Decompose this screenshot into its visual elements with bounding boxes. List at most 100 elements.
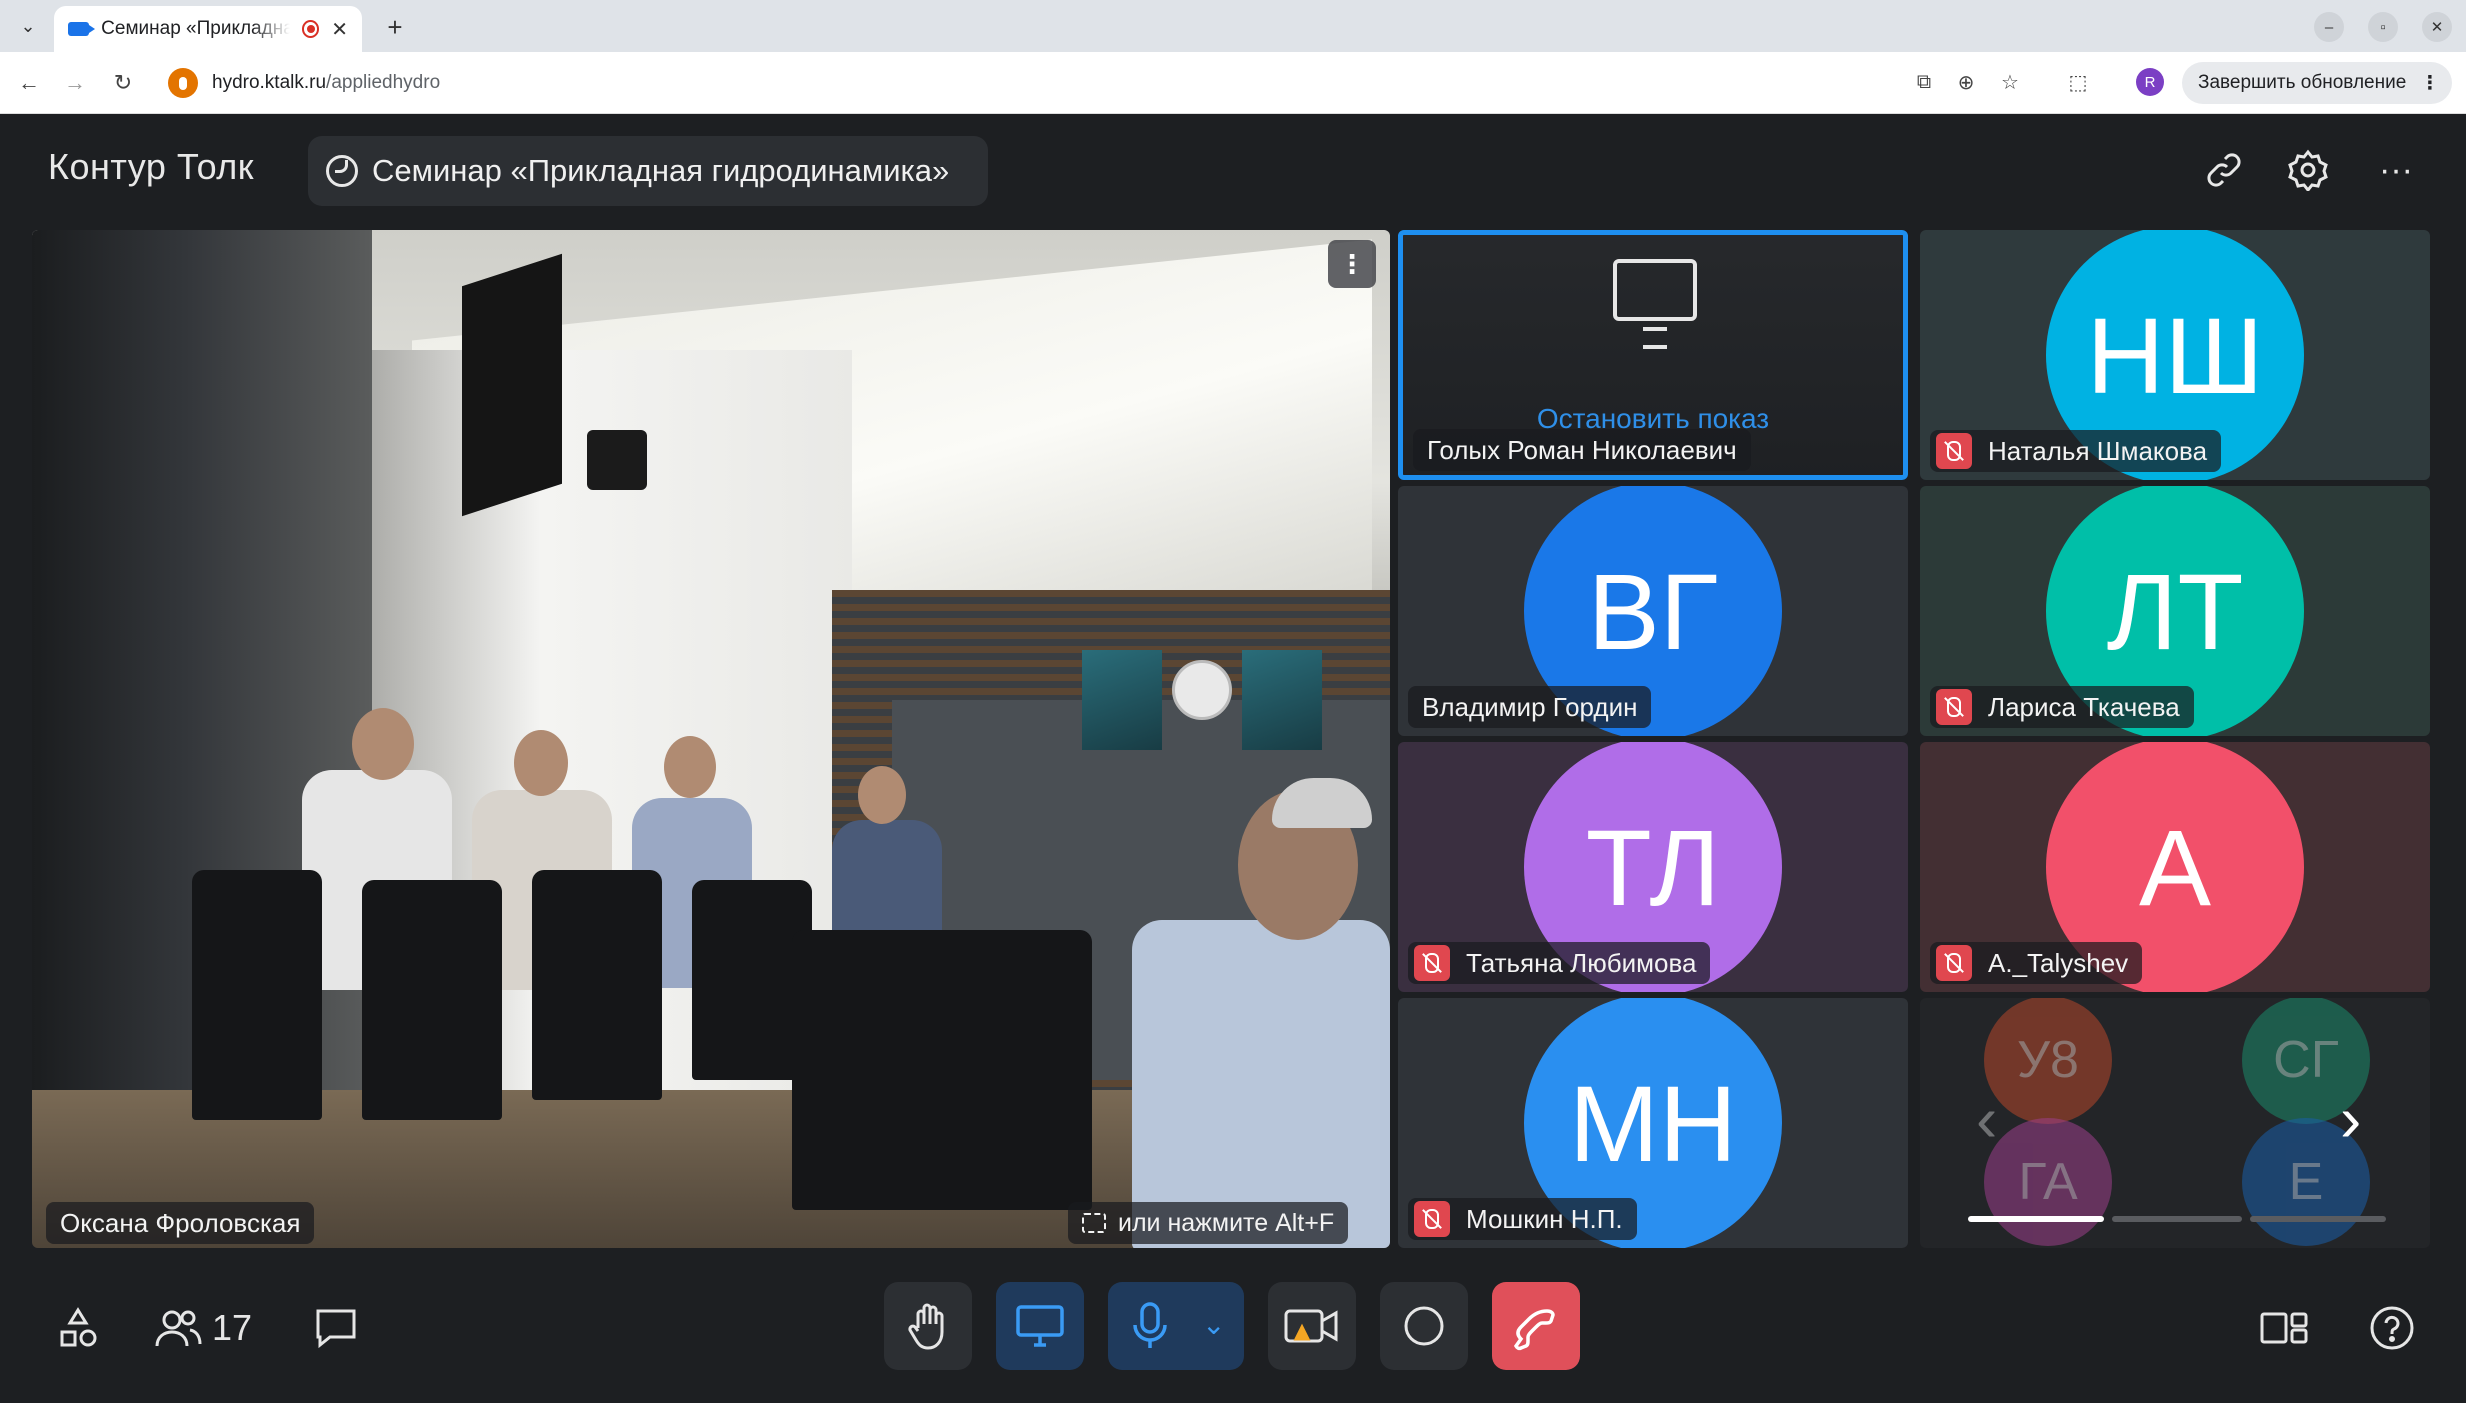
tile-name-tag: Голых Роман Николаевич [1413,429,1751,471]
forward-arrow-icon[interactable]: → [58,66,92,100]
participant-tile[interactable]: ЛТ Лариса Ткачева [1920,486,2430,736]
raise-hand-button[interactable] [884,1282,972,1370]
finish-update-button[interactable]: Завершить обновление ⋮ [2182,62,2452,104]
profile-avatar[interactable]: R [2136,68,2164,96]
shapes-apps-icon[interactable] [50,1300,106,1356]
meeting-title-pill[interactable]: Семинар «Прикладная гидродинамика» [308,136,988,206]
video-chair [362,880,502,1120]
participants-button[interactable]: 17 [152,1300,262,1356]
browser-menu-icon[interactable]: ⋮ [2420,72,2439,95]
participant-tile[interactable]: МН Мошкин Н.П. [1398,998,1908,1248]
tile-name-tag: Татьяна Любимова [1408,942,1711,984]
tab-title: Семинар «Прикладная гидродинамика» [101,18,290,39]
video-person-speaker [1132,920,1390,1248]
video-room-painting [1242,650,1322,750]
browser-tabbar: ⌄ Семинар «Прикладная гидродинамика» ✕ +… [0,0,2466,52]
more-participants-tile[interactable]: У8 СГ ГА Е ‹ › [1920,998,2430,1248]
end-call-button[interactable] [1492,1282,1580,1370]
mic-muted-icon [1936,945,1972,981]
participants-count: 17 [212,1307,253,1348]
mic-muted-icon [1414,1201,1450,1237]
tile-name-tag: Владимир Гордин [1408,686,1652,728]
layout-switch-icon[interactable] [2256,1300,2312,1356]
video-options-menu-icon[interactable]: ⋮ [1328,240,1376,288]
tab-search-chevron-icon[interactable]: ⌄ [12,10,44,42]
extensions-icon[interactable]: ⬚ [2062,66,2094,98]
pager-indicator[interactable] [2112,1216,2242,1222]
screen-share-tile[interactable]: Остановить показ Голых Роман Николаевич [1398,230,1908,480]
pager-indicator[interactable] [2250,1216,2386,1222]
more-options-icon[interactable]: ··· [2372,146,2420,194]
mic-muted-icon [1936,433,1972,469]
participant-tile[interactable]: НШ Наталья Шмакова [1920,230,2430,480]
video-room-clock [1172,660,1232,720]
mic-muted-icon [1936,689,1972,725]
link-icon[interactable] [2200,146,2248,194]
participant-name: Оксана Фроловская [60,1207,301,1238]
window-minimize-icon[interactable]: – [2314,12,2344,42]
page-next-chevron-icon[interactable]: › [2340,1082,2361,1156]
video-chair [192,870,322,1120]
screen-share-button[interactable] [996,1282,1084,1370]
recording-indicator-icon [301,20,320,38]
participant-name: А._Talyshev [1988,947,2129,978]
zoom-icon[interactable]: ⊕ [1950,66,1982,98]
window-restore-icon[interactable]: ▫ [2368,12,2398,42]
back-arrow-icon[interactable]: ← [12,66,46,100]
main-video-stream[interactable]: ⋮ Оксана Фроловская или нажмите Alt+F [32,230,1390,1248]
video-camera-favicon-icon [68,22,96,36]
ktalk-app: Контур Толк Семинар «Прикладная гидродин… [0,114,2466,1403]
video-chair [532,870,662,1100]
tile-name-tag: Мошкин Н.П. [1408,1198,1637,1240]
record-button[interactable] [1380,1282,1468,1370]
url-path: /appliedhydro [326,72,441,93]
mic-muted-icon [1414,945,1450,981]
tile-name-tag: А._Talyshev [1930,942,2143,984]
participant-avatar-mini: У8 [1984,998,2112,1124]
chat-icon[interactable] [308,1300,364,1356]
video-room-tv [462,253,562,517]
fullscreen-hint[interactable]: или нажмите Alt+F [1068,1202,1349,1244]
participant-name: Мошкин Н.П. [1466,1203,1623,1234]
meeting-title: Семинар «Прикладная гидродинамика» [372,153,950,188]
participant-name: Владимир Гордин [1422,691,1638,722]
finish-update-label: Завершить обновление [2198,72,2407,93]
address-bar[interactable]: hydro.ktalk.ru/appliedhydro [160,60,1900,106]
participant-tile[interactable]: ТЛ Татьяна Любимова [1398,742,1908,992]
cast-icon[interactable]: ⧉ [1908,66,1940,98]
reload-icon[interactable]: ↻ [106,66,140,100]
browser-toolbar: ← → ↻ hydro.ktalk.ru/appliedhydro ⧉ ⊕ ☆ … [0,52,2466,114]
camera-button[interactable] [1268,1282,1356,1370]
globe-icon [326,155,358,187]
help-icon[interactable] [2364,1300,2420,1356]
main-video-name-tag: Оксана Фроловская [46,1202,315,1244]
microphone-button[interactable]: ⌄ [1108,1282,1244,1370]
tile-name-tag: Наталья Шмакова [1930,430,2222,472]
microphone-options-chevron-icon[interactable]: ⌄ [1202,1308,1225,1341]
brand-logo: Контур Толк [48,146,255,187]
fullscreen-hint-text: или нажмите Alt+F [1118,1208,1335,1237]
video-room-speaker [587,430,647,490]
tab-close-icon[interactable]: ✕ [331,17,348,42]
microphone-in-use-icon[interactable] [168,68,198,98]
browser-tab-active[interactable]: Семинар «Прикладная гидродинамика» ✕ [54,6,362,52]
participant-tile[interactable]: ВГ Владимир Гордин [1398,486,1908,736]
window-close-icon[interactable]: ✕ [2422,12,2452,42]
participant-name: Татьяна Любимова [1466,947,1697,978]
video-person [514,730,568,796]
bookmark-star-icon[interactable]: ☆ [1994,66,2026,98]
video-chair [792,930,1092,1210]
video-person [664,736,716,798]
video-room-painting [1082,650,1162,750]
new-tab-plus-icon[interactable]: + [378,10,412,44]
url-text: hydro.ktalk.ru/appliedhydro [212,72,440,94]
video-person [352,708,414,780]
participant-name: Голых Роман Николаевич [1427,434,1737,465]
fullscreen-icon [1082,1213,1106,1233]
pager-indicator-active[interactable] [1968,1216,2104,1222]
monitor-icon [1613,259,1697,349]
participant-avatar-mini: ГА [1984,1118,2112,1246]
settings-gear-icon[interactable] [2284,146,2332,194]
page-prev-chevron-icon[interactable]: ‹ [1976,1082,1997,1156]
participant-tile[interactable]: А А._Talyshev [1920,742,2430,992]
